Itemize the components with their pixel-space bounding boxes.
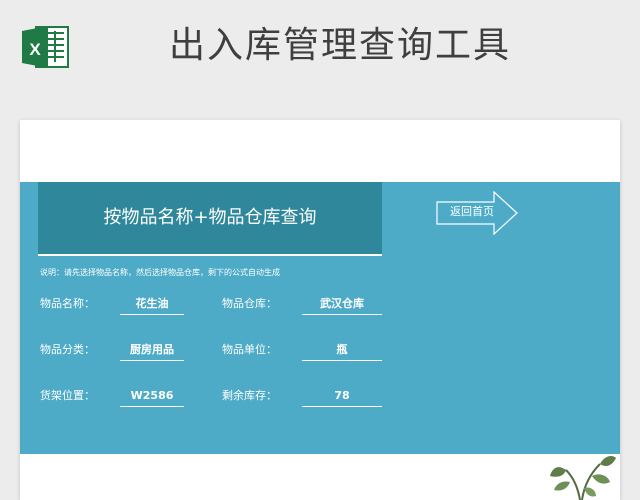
stock-label: 剩余库存：	[222, 389, 277, 402]
shelf-value: W2586	[120, 388, 184, 407]
item-name-label: 物品名称：	[40, 297, 95, 310]
back-home-button[interactable]	[436, 191, 518, 235]
page-header: X 出入库管理查询工具	[0, 0, 640, 100]
instruction-note: 说明：请先选择物品名称，然后选择物品仓库，剩下的公式自动生成	[40, 268, 280, 277]
plant-decoration	[550, 456, 616, 500]
query-title: 按物品名称+物品仓库查询	[103, 207, 317, 228]
warehouse-value[interactable]: 武汉仓库	[302, 296, 382, 315]
unit-label: 物品单位：	[222, 343, 277, 356]
warehouse-label: 物品仓库：	[222, 297, 277, 310]
item-name-value[interactable]: 花生油	[120, 296, 184, 315]
category-value: 厨房用品	[120, 342, 184, 361]
shelf-label: 货架位置：	[40, 389, 95, 402]
excel-icon: X	[22, 26, 69, 68]
stock-value: 78	[302, 388, 382, 407]
page-title: 出入库管理查询工具	[168, 25, 511, 66]
unit-value: 瓶	[302, 342, 382, 361]
category-label: 物品分类：	[40, 343, 95, 356]
svg-text:X: X	[29, 40, 41, 59]
query-title-box: 按物品名称+物品仓库查询	[38, 182, 382, 256]
